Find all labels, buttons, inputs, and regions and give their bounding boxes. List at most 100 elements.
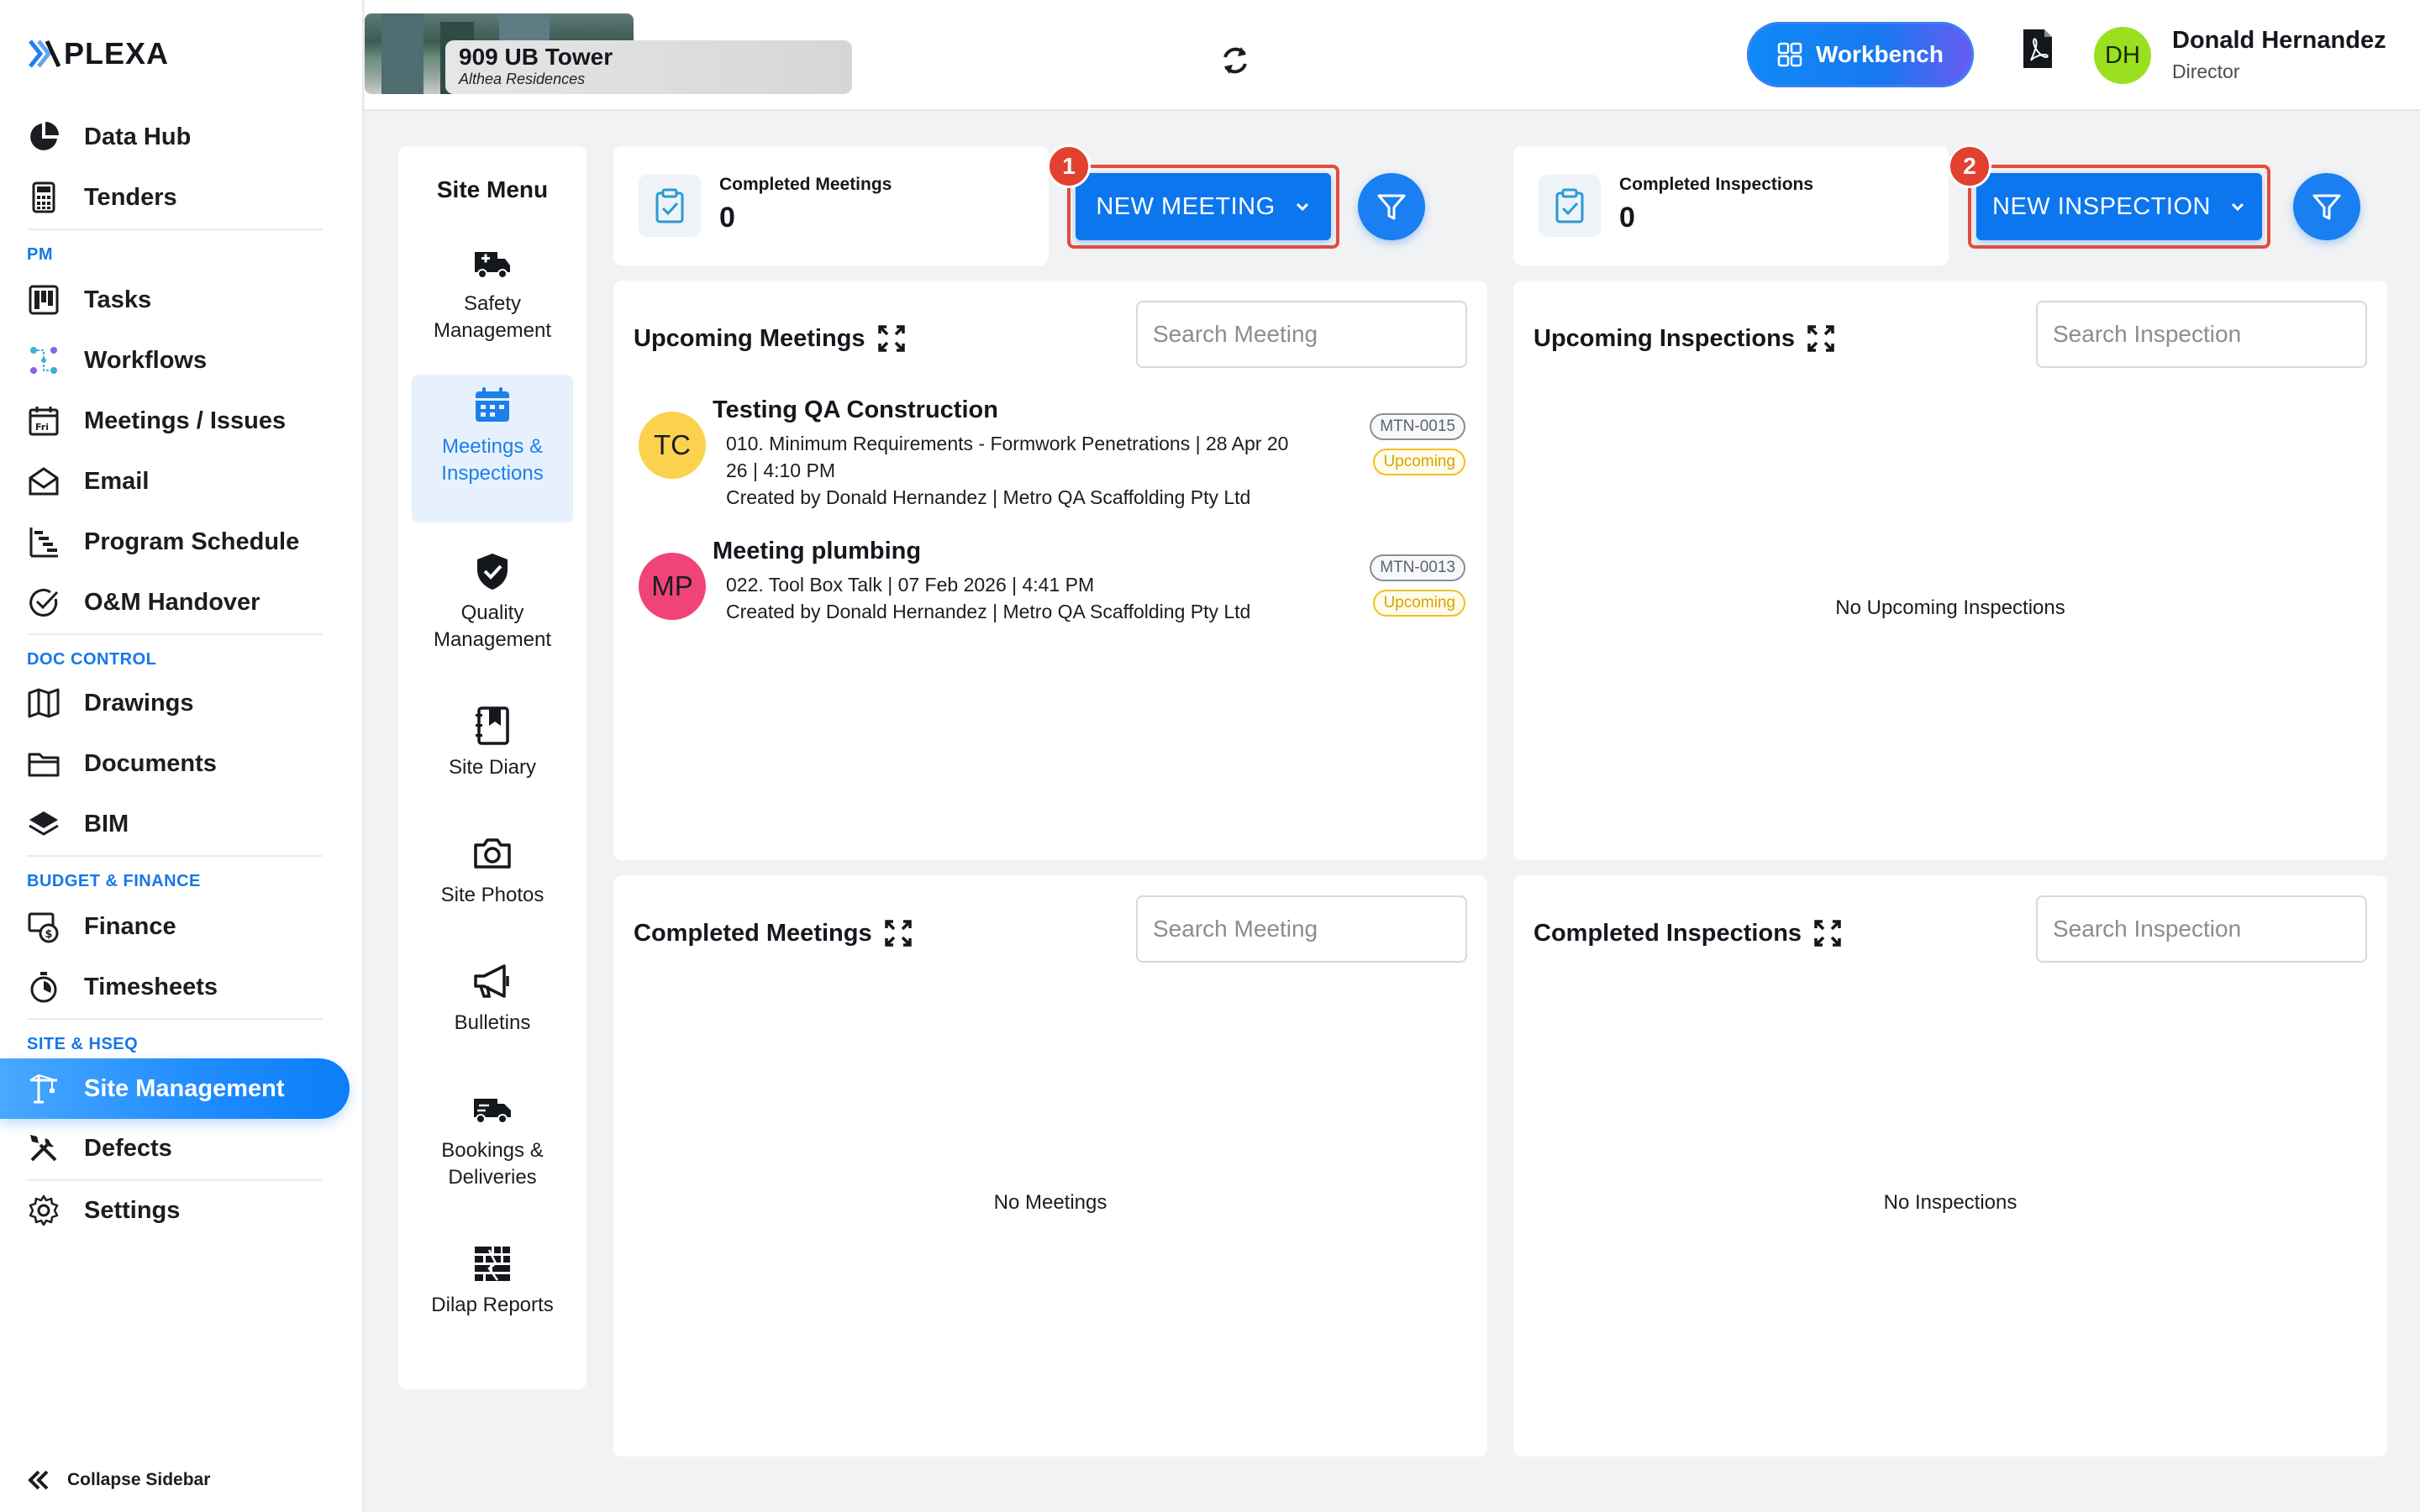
section-label-site-hseq: SITE & HSEQ — [27, 1035, 139, 1053]
new-inspection-button[interactable]: NEW INSPECTION — [1976, 173, 2262, 240]
chevron-down-icon — [1296, 202, 1308, 212]
site-menu-item-bulletins[interactable]: Bulletins — [412, 951, 573, 1065]
new-meeting-highlight: NEW MEETING — [1067, 165, 1339, 249]
completed-inspection-search-field[interactable] — [2036, 895, 2367, 963]
sidebar-item-defects[interactable]: Defects — [25, 1122, 328, 1174]
sidebar-item-timesheets[interactable]: Timesheets — [25, 961, 328, 1013]
sidebar-item-site-management[interactable]: Site Management — [0, 1058, 350, 1119]
divider — [27, 633, 323, 635]
site-menu-item-site-diary[interactable]: Site Diary — [412, 696, 573, 810]
brick-wall-icon — [475, 1247, 510, 1281]
upcoming-meetings-panel: Upcoming Meetings TC Testing QA Construc… — [613, 281, 1487, 860]
list-item[interactable]: TC Testing QA Construction 010. Minimum … — [639, 396, 1465, 531]
new-meeting-button[interactable]: NEW MEETING — [1076, 173, 1331, 240]
svg-text:Fri: Fri — [35, 422, 49, 433]
divider — [27, 1018, 323, 1020]
sidebar-item-om-handover[interactable]: O&M Handover — [25, 576, 328, 628]
completed-inspections-panel: Completed Inspections No Inspections — [1513, 875, 2387, 1457]
sidebar-item-label: Settings — [84, 1196, 181, 1224]
kanban-icon — [25, 281, 62, 318]
inspection-search-field[interactable] — [2036, 301, 2367, 368]
sidebar-item-label: Tasks — [84, 286, 152, 313]
step-badge-2: 2 — [1948, 144, 1991, 188]
site-menu-title: Site Menu — [436, 176, 549, 202]
sidebar-item-label: Documents — [84, 749, 217, 777]
empty-state-message: No Upcoming Inspections — [1835, 596, 2065, 619]
panel-title-text: Completed Meetings — [634, 919, 872, 947]
panel-title-text: Upcoming Meetings — [634, 324, 865, 352]
divider — [27, 228, 323, 230]
sidebar-item-label: Tenders — [84, 183, 177, 211]
completed-meetings-card: Completed Meetings 0 — [613, 146, 1049, 265]
sidebar-item-meetings-issues[interactable]: Fri Meetings / Issues — [25, 395, 328, 447]
site-menu-item-site-photos[interactable]: Site Photos — [412, 823, 573, 937]
user-name[interactable]: Donald Hernandez — [2172, 27, 2386, 55]
status-badge: Upcoming — [1373, 590, 1465, 617]
completed-meeting-search-input[interactable] — [1153, 916, 1456, 942]
expand-icon[interactable] — [884, 919, 913, 948]
sidebar-item-tasks[interactable]: Tasks — [25, 274, 328, 326]
inspection-search-input[interactable] — [2053, 321, 2356, 348]
sidebar-item-label: BIM — [84, 810, 129, 837]
plexa-logo[interactable]: PLEXA — [29, 36, 170, 71]
site-menu-item-label: Bookings & Deliveries — [441, 1139, 544, 1189]
site-menu-item-label: Safety Management — [433, 292, 552, 342]
project-selector[interactable]: 909 UB Tower Althea Residences — [445, 40, 852, 94]
meeting-code-badge: MTN-0013 — [1370, 554, 1465, 581]
site-menu-item-bookings-deliveries[interactable]: Bookings & Deliveries — [412, 1079, 573, 1220]
expand-icon[interactable] — [1813, 919, 1842, 948]
sidebar-item-bim[interactable]: BIM — [25, 798, 328, 850]
completed-meeting-search-field[interactable] — [1136, 895, 1467, 963]
divider — [27, 1179, 323, 1181]
sidebar-item-settings[interactable]: Settings — [25, 1184, 328, 1236]
user-avatar[interactable]: DH — [2094, 27, 2151, 84]
site-menu-item-safety-management[interactable]: Safety Management — [412, 232, 573, 373]
collapse-sidebar-button[interactable]: Collapse Sidebar — [25, 1467, 210, 1494]
site-menu-item-meetings-inspections[interactable]: Meetings & Inspections — [412, 375, 573, 522]
gantt-icon — [25, 523, 62, 560]
sidebar-item-drawings[interactable]: Drawings — [25, 677, 328, 729]
check-circle-icon — [25, 584, 62, 621]
sidebar-item-label: Defects — [84, 1134, 172, 1162]
meeting-title: Testing QA Construction — [713, 396, 998, 423]
calendar-icon — [476, 387, 509, 422]
meeting-search-field[interactable] — [1136, 301, 1467, 368]
list-item[interactable]: MP Meeting plumbing 022. Tool Box Talk |… — [639, 538, 1465, 672]
sidebar-item-program-schedule[interactable]: Program Schedule — [25, 516, 328, 568]
sidebar-item-workflows[interactable]: Workflows — [25, 334, 328, 386]
layers-icon — [25, 806, 62, 843]
meetings-filter-button[interactable] — [1358, 173, 1425, 240]
status-badge: Upcoming — [1373, 449, 1465, 475]
tools-icon — [25, 1130, 62, 1167]
meeting-avatar: MP — [639, 553, 706, 620]
sidebar-item-email[interactable]: Email — [25, 455, 328, 507]
logo-text: PLEXA — [64, 36, 170, 71]
sync-icon[interactable] — [1218, 42, 1252, 79]
pdf-icon[interactable] — [2021, 27, 2054, 71]
completed-inspections-title: Completed Inspections — [1534, 919, 1842, 948]
pie-chart-icon — [25, 118, 62, 155]
money-icon: $ — [25, 908, 62, 945]
workbench-button[interactable]: Workbench — [1747, 22, 1974, 87]
inspections-filter-button[interactable] — [2293, 173, 2360, 240]
sidebar-item-data-hub[interactable]: Data Hub — [25, 111, 328, 163]
expand-icon[interactable] — [1807, 324, 1835, 353]
completed-inspections-card: Completed Inspections 0 — [1513, 146, 1949, 265]
top-bar: 909 UB Tower Althea Residences Workbench… — [365, 0, 2420, 111]
sidebar-item-documents[interactable]: Documents — [25, 738, 328, 790]
sidebar-item-finance[interactable]: $ Finance — [25, 900, 328, 953]
empty-state-message: No Inspections — [1883, 1191, 2018, 1214]
expand-icon[interactable] — [877, 324, 906, 353]
megaphone-icon — [474, 964, 509, 998]
site-menu-item-dilap-reports[interactable]: Dilap Reports — [412, 1233, 573, 1374]
sidebar-item-label: Meetings / Issues — [84, 407, 287, 434]
meeting-search-input[interactable] — [1153, 321, 1456, 348]
sidebar-item-tenders[interactable]: Tenders — [25, 171, 328, 223]
sidebar-item-label: Timesheets — [84, 973, 218, 1000]
calendar-icon: Fri — [25, 402, 62, 439]
completed-inspection-search-input[interactable] — [2053, 916, 2356, 942]
divider — [27, 855, 323, 857]
workbench-label: Workbench — [1816, 41, 1944, 67]
site-menu-item-quality-management[interactable]: Quality Management — [412, 541, 573, 682]
sidebar-item-label: Data Hub — [84, 123, 192, 150]
